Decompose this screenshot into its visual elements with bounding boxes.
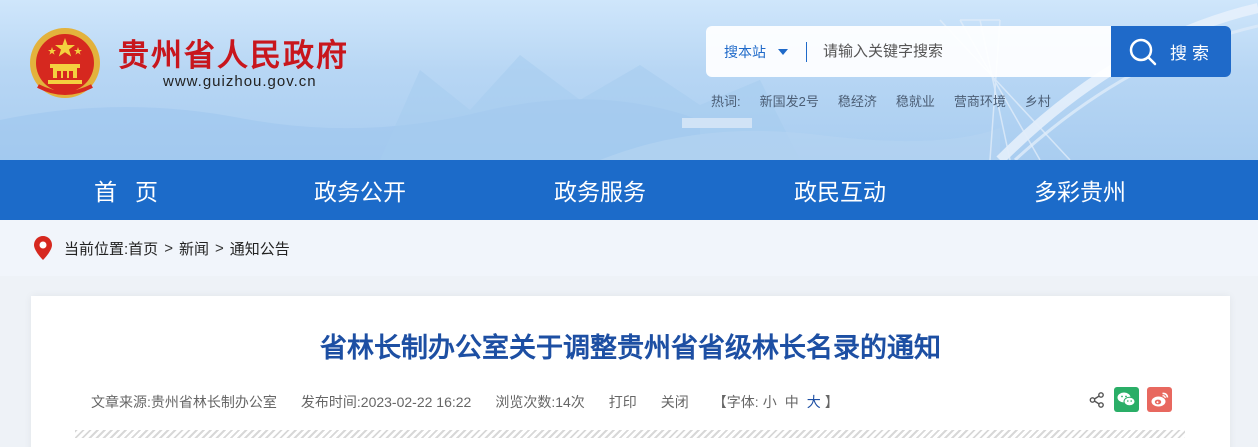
font-size-small[interactable]: 小	[763, 392, 777, 412]
search-icon	[1129, 38, 1157, 65]
hot-word-link[interactable]: 新国发2号	[760, 91, 819, 110]
weibo-icon[interactable]	[1147, 387, 1172, 412]
search-box: 搜本站 搜索	[706, 26, 1231, 77]
breadcrumb-news[interactable]: 新闻	[179, 238, 209, 259]
main-nav: 首页 政务公开 政务服务 政民互动 多彩贵州	[0, 160, 1258, 220]
font-size-medium[interactable]: 中	[785, 392, 799, 412]
close-button[interactable]: 关闭	[661, 392, 689, 412]
font-size-close: 】	[824, 394, 839, 410]
article-title: 省林长制办公室关于调整贵州省省级林长名录的通知	[320, 333, 941, 363]
share-bar	[1080, 387, 1172, 412]
views-value: 14次	[555, 394, 585, 410]
hot-words: 热词: 新国发2号 稳经济 稳就业 营商环境 乡村	[711, 91, 1070, 110]
breadcrumb: 当前位置: 首页 > 新闻 > 通知公告	[0, 220, 1258, 276]
hot-word-link[interactable]: 营商环境	[954, 91, 1006, 110]
font-size-open: 【字体:	[712, 394, 759, 410]
search-button-label: 搜索	[1170, 44, 1214, 63]
breadcrumb-separator: >	[214, 239, 224, 257]
wechat-icon[interactable]	[1114, 387, 1139, 412]
chevron-down-icon	[778, 48, 788, 55]
hot-words-label: 热词:	[711, 94, 741, 109]
search-button[interactable]: 搜索	[1111, 26, 1231, 77]
font-size-large[interactable]: 大	[807, 392, 821, 412]
article-card: 省林长制办公室关于调整贵州省省级林长名录的通知 文章来源: 贵州省林长制办公室 …	[31, 296, 1230, 447]
search-scope-dropdown[interactable]: 搜本站	[706, 26, 806, 77]
article-meta: 文章来源: 贵州省林长制办公室 发布时间: 2023-02-22 16:22 浏…	[91, 392, 839, 412]
views-label: 浏览次数:	[495, 394, 556, 410]
breadcrumb-separator: >	[164, 239, 173, 257]
national-emblem-icon	[30, 28, 100, 98]
nav-item-home[interactable]: 首页	[0, 160, 240, 220]
site-title[interactable]: 贵州省人民政府	[118, 30, 349, 75]
nav-item-interaction[interactable]: 政民互动	[720, 160, 960, 220]
search-input[interactable]	[807, 26, 1111, 77]
share-icon[interactable]	[1088, 391, 1106, 409]
hot-word-link[interactable]: 乡村	[1025, 91, 1051, 110]
date-value: 2023-02-22 16:22	[360, 394, 472, 410]
hot-word-link[interactable]: 稳经济	[838, 91, 877, 110]
location-pin-icon	[34, 236, 52, 260]
source-value: 贵州省林长制办公室	[150, 394, 277, 410]
hot-word-link[interactable]: 稳就业	[896, 91, 935, 110]
breadcrumb-label: 当前位置:	[64, 240, 129, 258]
site-url[interactable]: www.guizhou.gov.cn	[163, 73, 317, 90]
divider	[75, 430, 1185, 438]
source-label: 文章来源:	[91, 394, 151, 410]
header-banner: 贵州省人民政府 www.guizhou.gov.cn 搜本站 搜索 热词: 新国…	[0, 0, 1258, 160]
print-button[interactable]: 打印	[609, 392, 637, 412]
breadcrumb-notices[interactable]: 通知公告	[230, 238, 290, 259]
date-label: 发布时间:	[300, 394, 361, 410]
nav-item-government-services[interactable]: 政务服务	[480, 160, 720, 220]
nav-item-colorful-guizhou[interactable]: 多彩贵州	[960, 160, 1200, 220]
breadcrumb-home[interactable]: 首页	[128, 238, 158, 259]
nav-item-government-affairs[interactable]: 政务公开	[240, 160, 480, 220]
search-scope-label: 搜本站	[724, 43, 766, 60]
